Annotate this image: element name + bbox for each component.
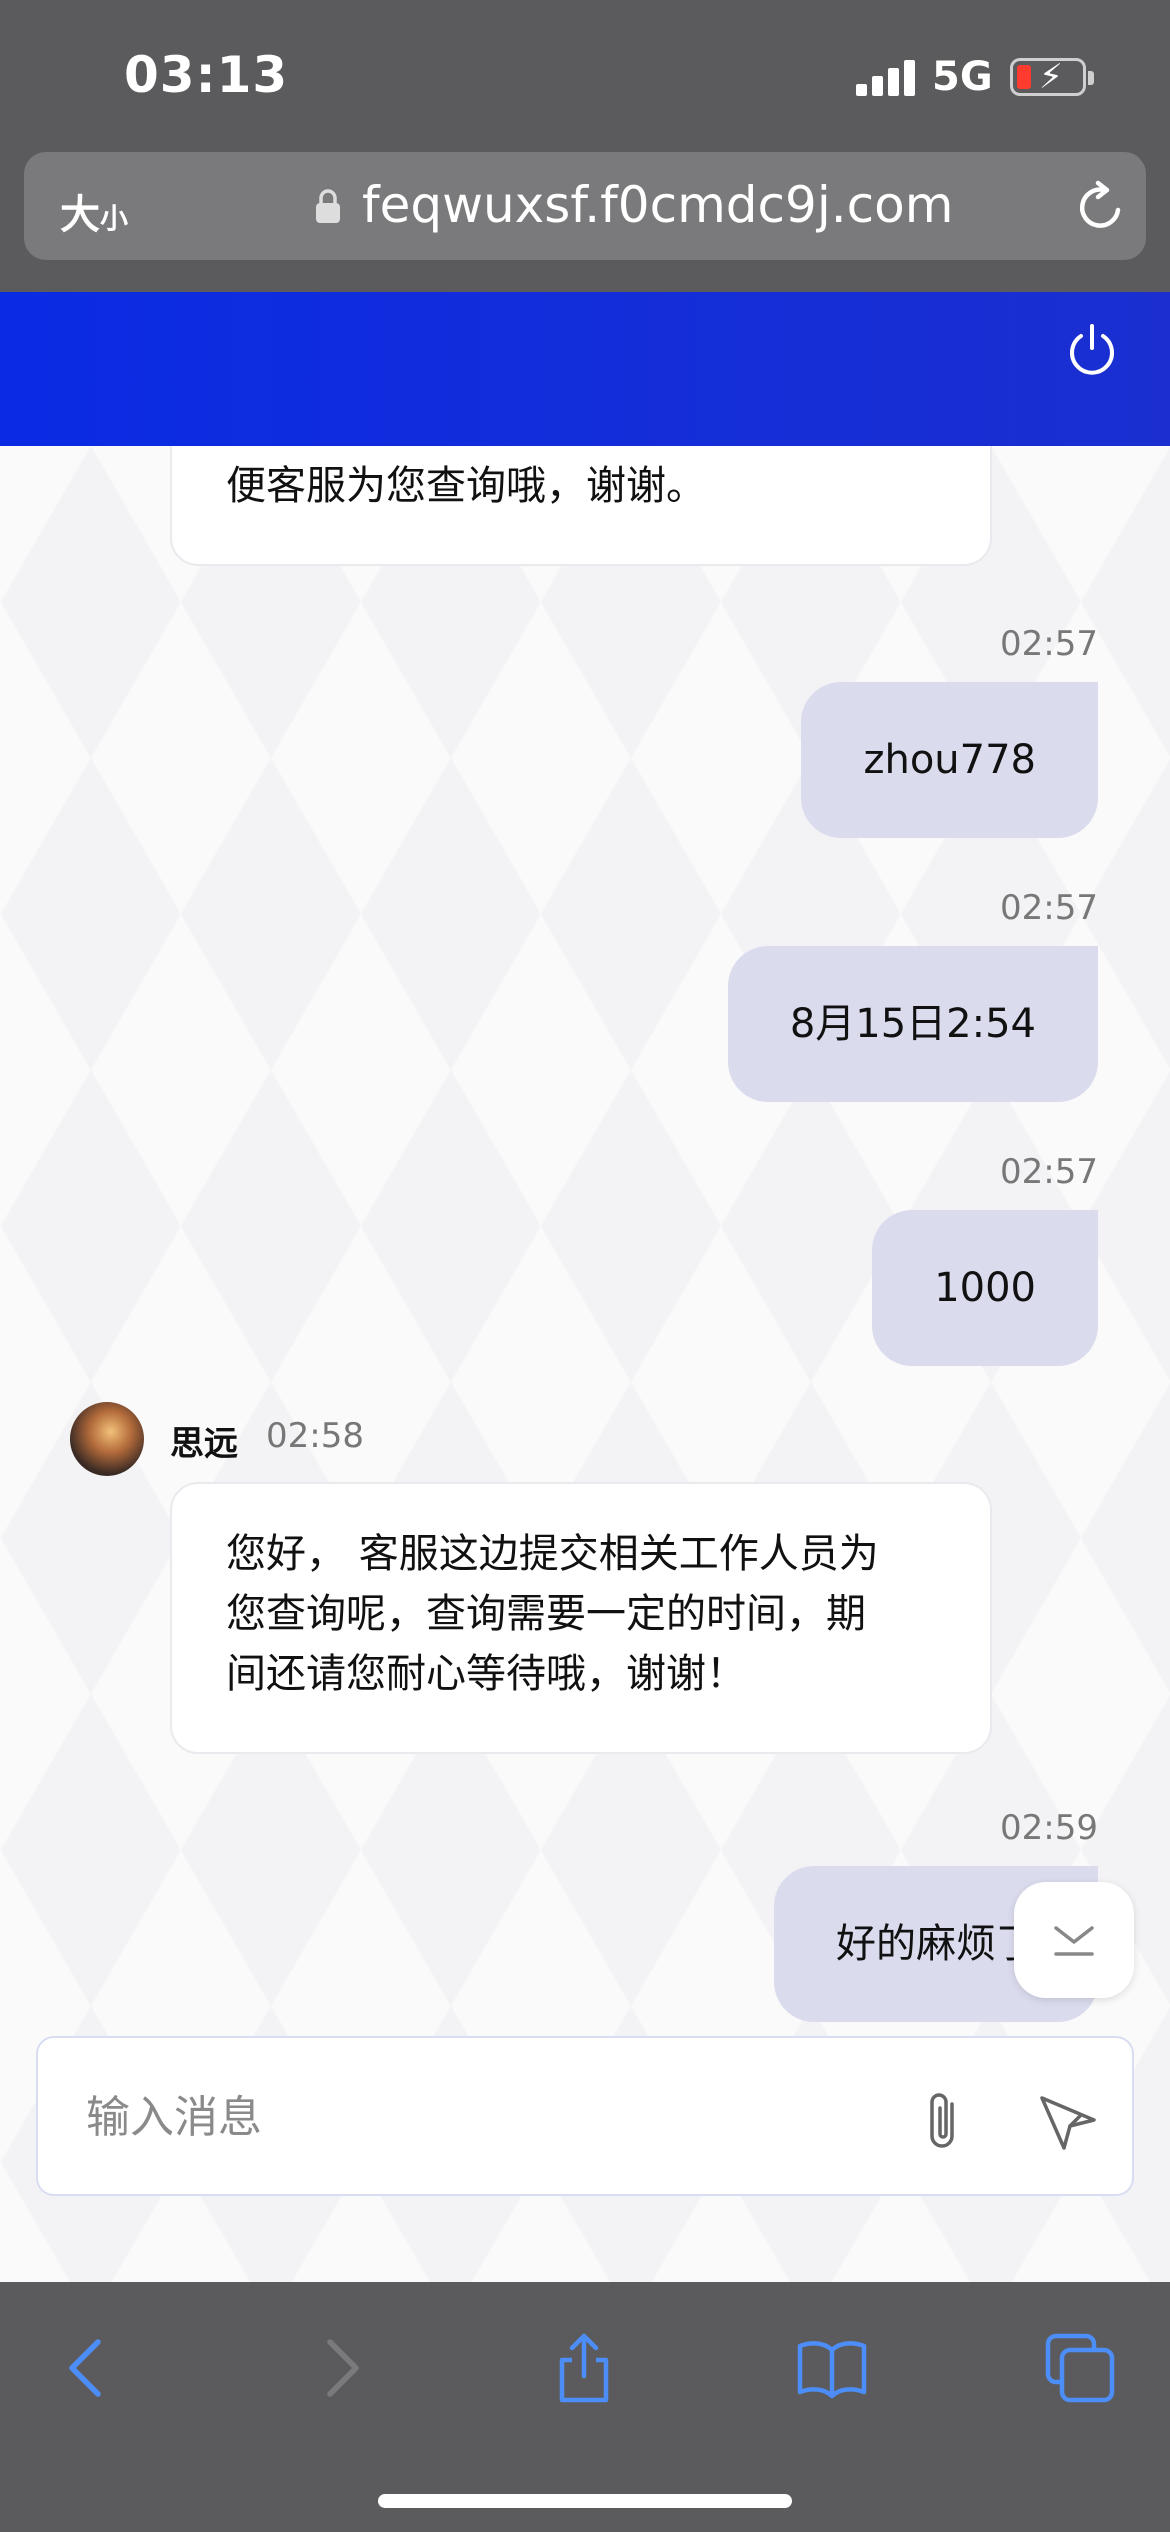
message-bubble-incoming: 您好， 客服这边提交相关工作人员为 您查询呢，查询需要一定的时间，期 间还请您耐… bbox=[170, 1482, 992, 1754]
address-bar[interactable]: 大小 feqwuxsf.f0cmdc9j.com bbox=[24, 152, 1146, 260]
message-text: 间还请您耐心等待哦，谢谢！ bbox=[226, 1651, 746, 1697]
message-timestamp: 02:57 bbox=[1000, 1152, 1098, 1192]
home-indicator[interactable] bbox=[378, 2494, 792, 2508]
tabs-icon[interactable] bbox=[1044, 2332, 1116, 2404]
bookmarks-icon[interactable] bbox=[796, 2332, 868, 2404]
text-size-button[interactable]: 大小 bbox=[60, 182, 128, 240]
reload-icon[interactable] bbox=[1074, 180, 1128, 234]
scroll-to-bottom-button[interactable] bbox=[1014, 1882, 1134, 1998]
message-timestamp: 02:57 bbox=[1000, 624, 1098, 664]
message-text: 您查询呢，查询需要一定的时间，期 bbox=[226, 1591, 866, 1637]
sender-name: 思远 bbox=[170, 1424, 238, 1464]
message-composer bbox=[36, 2036, 1134, 2196]
message-bubble-outgoing: zhou778 bbox=[801, 682, 1098, 838]
message-bubble-outgoing: 8月15日2:54 bbox=[727, 946, 1098, 1102]
message-bubble-incoming: 【提现时间】、【提现金额】，以 便客服为您查询哦，谢谢。 bbox=[170, 446, 992, 566]
message-bubble-outgoing: 1000 bbox=[872, 1210, 1098, 1366]
message-timestamp: 02:57 bbox=[1000, 888, 1098, 928]
agent-avatar[interactable] bbox=[70, 1402, 144, 1476]
power-icon[interactable] bbox=[1064, 322, 1120, 378]
message-text: 您好， 客服这边提交相关工作人员为 bbox=[226, 1531, 879, 1577]
back-icon[interactable] bbox=[52, 2332, 124, 2404]
message-text: 好的麻烦了 bbox=[836, 1921, 1036, 1967]
lock-icon bbox=[316, 189, 340, 223]
message-input[interactable] bbox=[86, 2082, 906, 2152]
battery-icon: ⚡ bbox=[1010, 57, 1094, 97]
status-time: 03:13 bbox=[124, 46, 289, 104]
network-label: 5G bbox=[932, 54, 993, 100]
share-icon[interactable] bbox=[548, 2332, 620, 2404]
app-header bbox=[0, 292, 1170, 446]
message-text: 8月15日2:54 bbox=[789, 1001, 1036, 1047]
chat-area[interactable]: 【提现时间】、【提现金额】，以 便客服为您查询哦，谢谢。 02:57 zhou7… bbox=[0, 446, 1170, 2282]
message-timestamp: 02:59 bbox=[1000, 1808, 1098, 1848]
message-text: 【提现时间】、【提现金额】，以 bbox=[226, 446, 936, 456]
arrow-down-icon bbox=[1054, 1926, 1094, 1956]
message-text: zhou778 bbox=[863, 737, 1036, 783]
paperclip-icon[interactable] bbox=[916, 2088, 972, 2156]
message-text: 1000 bbox=[934, 1265, 1036, 1311]
signal-icon bbox=[856, 60, 916, 96]
message-text: 便客服为您查询哦，谢谢。 bbox=[226, 463, 706, 509]
forward-icon[interactable] bbox=[304, 2332, 376, 2404]
url-text[interactable]: feqwuxsf.f0cmdc9j.com bbox=[362, 176, 953, 234]
status-bar: 03:13 5G ⚡ bbox=[0, 0, 1170, 150]
message-timestamp: 02:58 bbox=[266, 1416, 364, 1456]
send-icon[interactable] bbox=[1036, 2090, 1100, 2154]
browser-toolbar bbox=[0, 2282, 1170, 2532]
